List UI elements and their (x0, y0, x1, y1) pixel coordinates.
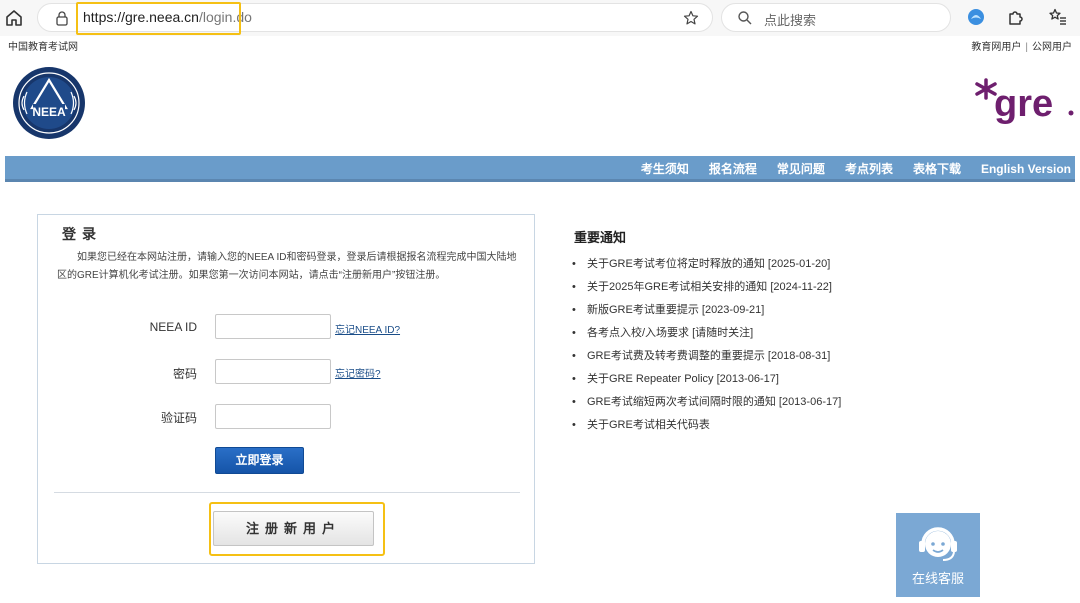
search-box[interactable]: 点此搜索 (721, 3, 951, 32)
public-user-link[interactable]: 公网用户 (1032, 42, 1072, 53)
browser-extension-icon[interactable] (966, 7, 986, 27)
nav-english-version[interactable]: English Version (971, 156, 1073, 182)
nav-test-centers[interactable]: 考点列表 (835, 156, 903, 182)
browser-toolbar: https://gre.neea.cn/login.do 点此搜索 (0, 0, 1080, 36)
gre-logo[interactable]: gre (972, 76, 1076, 126)
link-separator: | (1025, 42, 1028, 53)
headset-icon (919, 527, 957, 561)
favorite-star-icon[interactable] (683, 10, 699, 26)
notices-title: 重要通知 (574, 230, 627, 245)
user-type-links: 教育网用户 | 公网用户 (971, 38, 1072, 53)
notice-item[interactable]: 各考点入校/入场要求 [请随时关注] (572, 322, 841, 345)
favorites-list-icon[interactable] (1048, 7, 1068, 27)
gre-logo-text: gre (994, 83, 1053, 125)
url-highlight-box (76, 2, 241, 35)
login-title: 登录 (62, 226, 102, 242)
notice-item[interactable]: 关于2025年GRE考试相关安排的通知 [2024-11-22] (572, 276, 841, 299)
neea-id-input[interactable] (215, 314, 331, 339)
notice-item[interactable]: 关于GRE考试考位将定时释放的通知 [2025-01-20] (572, 253, 841, 276)
forgot-neea-id-link[interactable]: 忘记NEEA ID? (335, 321, 400, 336)
nav-form-download[interactable]: 表格下载 (903, 156, 971, 182)
notice-item[interactable]: 关于GRE Repeater Policy [2013-06-17] (572, 368, 841, 391)
home-icon[interactable] (4, 8, 24, 28)
site-name[interactable]: 中国教育考试网 (8, 38, 78, 53)
password-label: 密码 (172, 367, 197, 381)
login-panel: 登录 如果您已经在本网站注册，请输入您的NEEA ID和密码登录，登录后请根据报… (37, 214, 535, 564)
nav-candidate-notice[interactable]: 考生须知 (631, 156, 699, 182)
captcha-label: 验证码 (160, 411, 197, 425)
nav-faq[interactable]: 常见问题 (767, 156, 835, 182)
online-service-button[interactable]: 在线客服 (896, 513, 980, 597)
edu-user-link[interactable]: 教育网用户 (971, 42, 1021, 53)
login-intro-text: 如果您已经在本网站注册，请输入您的NEEA ID和密码登录，登录后请根据报名流程… (57, 252, 517, 281)
notice-item[interactable]: 新版GRE考试重要提示 [2023-09-21] (572, 299, 841, 322)
register-new-user-button[interactable]: 注册新用户 (213, 511, 374, 546)
extensions-puzzle-icon[interactable] (1006, 7, 1026, 27)
nav-registration-process[interactable]: 报名流程 (699, 156, 767, 182)
neea-logo-text: NEEA (32, 105, 66, 119)
online-service-label: 在线客服 (911, 571, 964, 586)
captcha-input[interactable] (215, 404, 331, 429)
neea-id-label: NEEA ID (149, 320, 197, 334)
forgot-password-link[interactable]: 忘记密码? (335, 365, 381, 380)
main-nav: 考生须知 报名流程 常见问题 考点列表 表格下载 English Version (5, 156, 1075, 182)
notice-item[interactable]: 关于GRE考试相关代码表 (572, 414, 841, 437)
lock-icon[interactable] (54, 10, 70, 26)
neea-logo[interactable]: NEEA (12, 66, 86, 140)
notice-item[interactable]: GRE考试缩短两次考试间隔时限的通知 [2013-06-17] (572, 391, 841, 414)
search-placeholder: 点此搜索 (764, 13, 817, 28)
divider (54, 492, 520, 493)
login-button[interactable]: 立即登录 (215, 447, 304, 474)
search-icon (738, 11, 752, 25)
notices-list: 关于GRE考试考位将定时释放的通知 [2025-01-20] 关于2025年GR… (572, 253, 841, 437)
password-input[interactable] (215, 359, 331, 384)
notice-item[interactable]: GRE考试费及转考费调整的重要提示 [2018-08-31] (572, 345, 841, 368)
